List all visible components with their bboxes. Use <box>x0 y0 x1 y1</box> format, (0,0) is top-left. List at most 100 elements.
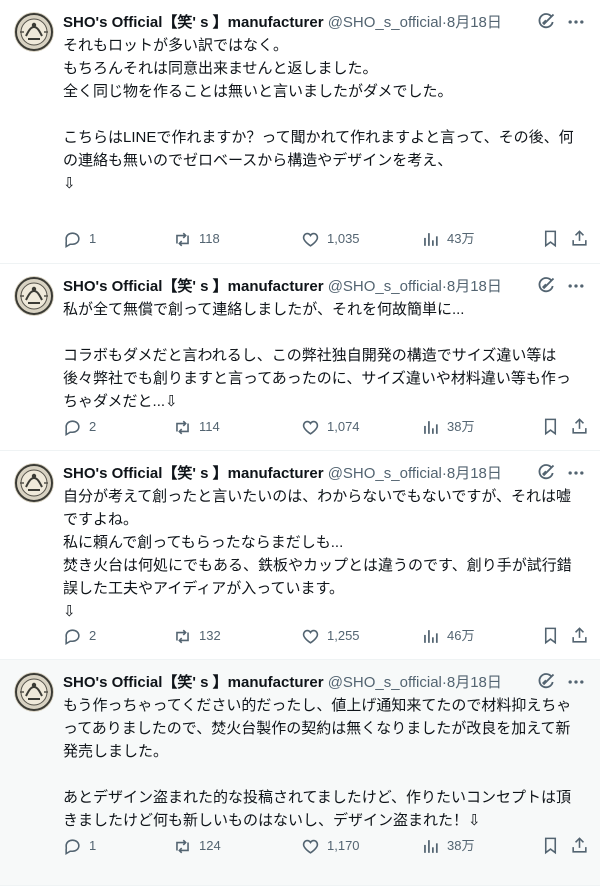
repost-count: 132 <box>199 628 221 643</box>
tweet-header: SHO's Official【笑' s 】manufacturer @SHO_s… <box>63 672 590 694</box>
tweet-text-line: あとデザイン盗まれた的な投稿されてましたけど、作りたいコンセプトは頂 <box>63 789 572 806</box>
reply-button[interactable]: 1 <box>63 229 96 249</box>
more-icon[interactable] <box>566 276 586 296</box>
share-icon[interactable] <box>570 626 589 645</box>
tweet-text-line: コラボもダメだと言われるし、この弊社独自開発の構造でサイズ違い等は <box>63 347 557 364</box>
tweet-text-line: 誤した工夫やアイディアが入っています。 <box>63 580 344 597</box>
author-handle[interactable]: @SHO_s_official <box>328 674 442 691</box>
tweet-text-line <box>63 321 588 344</box>
grok-icon[interactable] <box>536 463 556 483</box>
views-count: 38万 <box>447 419 475 434</box>
more-icon[interactable] <box>566 12 586 32</box>
views-icon <box>421 418 447 437</box>
reply-count: 1 <box>89 838 97 853</box>
more-icon[interactable] <box>566 672 586 692</box>
like-icon <box>301 230 327 249</box>
tweet-text-line: 私に頼んで創ってもらったならまだしも... <box>63 534 344 551</box>
grok-icon[interactable] <box>536 276 556 296</box>
bookmark-icon[interactable] <box>541 626 560 645</box>
views-count: 38万 <box>447 838 475 853</box>
avatar-icon[interactable] <box>14 463 54 503</box>
repost-count: 118 <box>199 231 220 246</box>
tweet[interactable]: SHO's Official【笑' s 】manufacturer @SHO_s… <box>0 0 600 264</box>
tweet[interactable]: SHO's Official【笑' s 】manufacturer @SHO_s… <box>0 660 600 886</box>
share-icon[interactable] <box>570 229 589 248</box>
reply-count: 2 <box>89 628 97 643</box>
share-icon[interactable] <box>570 417 589 436</box>
repost-button[interactable]: 132 <box>173 626 221 646</box>
tweet-date[interactable]: 8月18日 <box>447 278 502 295</box>
like-button[interactable]: 1,170 <box>301 836 360 856</box>
reply-button[interactable]: 1 <box>63 836 96 856</box>
reply-button[interactable]: 2 <box>63 626 96 646</box>
avatar-icon[interactable] <box>14 276 54 316</box>
repost-button[interactable]: 114 <box>173 417 220 437</box>
tweet-text-line: 私が全て無償で創って連絡しましたが、それを何故簡単に... <box>63 301 465 318</box>
tweet-date[interactable]: 8月18日 <box>447 14 502 31</box>
tweet-date[interactable]: 8月18日 <box>447 674 502 691</box>
views-count: 43万 <box>447 231 475 246</box>
grok-icon[interactable] <box>536 672 556 692</box>
reply-count: 2 <box>89 419 97 434</box>
author-name[interactable]: SHO's Official【笑' s 】manufacturer <box>63 14 324 31</box>
tweet-text-line: ですよね。 <box>63 511 139 528</box>
tweet-text-line: きましたけど何も新しいものはないし、デザイン盗まれた！⇩ <box>63 812 481 829</box>
views-icon <box>421 837 447 856</box>
views-button[interactable]: 38万 <box>421 417 474 437</box>
tweet-header: SHO's Official【笑' s 】manufacturer @SHO_s… <box>63 276 590 298</box>
author-handle[interactable]: @SHO_s_official <box>328 14 442 31</box>
bookmark-icon[interactable] <box>541 229 560 248</box>
author-name[interactable]: SHO's Official【笑' s 】manufacturer <box>63 278 324 295</box>
tweet-text-line: こちらはLINEで作れますか？って聞かれて作れますよと言って、その後、何 <box>63 129 574 146</box>
tweet[interactable]: SHO's Official【笑' s 】manufacturer @SHO_s… <box>0 264 600 451</box>
tweet-text-line: それもロットが多い訳ではなく。 <box>63 37 289 54</box>
grok-icon[interactable] <box>536 12 556 32</box>
reply-button[interactable]: 2 <box>63 417 96 437</box>
like-button[interactable]: 1,255 <box>301 626 360 646</box>
tweet-actions: 1 124 1,170 38万 <box>63 836 592 856</box>
reply-icon <box>63 230 89 249</box>
avatar-icon[interactable] <box>14 672 54 712</box>
repost-icon <box>173 418 199 437</box>
repost-button[interactable]: 124 <box>173 836 221 856</box>
tweet-text-line: ちゃダメだと...⇩ <box>63 393 178 410</box>
repost-icon <box>173 837 199 856</box>
views-button[interactable]: 38万 <box>421 836 474 856</box>
tweet-text: 私が全て無償で創って連絡しましたが、それを何故簡単に... コラボもダメだと言われ… <box>63 298 588 413</box>
tweet-text-line: もう作っちゃってください的だったし、値上げ通知来てたので材料抑えちゃ <box>63 697 572 714</box>
bookmark-icon[interactable] <box>541 836 560 855</box>
repost-count: 124 <box>199 838 221 853</box>
tweet-header: SHO's Official【笑' s 】manufacturer @SHO_s… <box>63 12 590 34</box>
tweet-date[interactable]: 8月18日 <box>447 465 502 482</box>
tweet-text-line <box>63 103 588 126</box>
repost-count: 114 <box>199 419 220 434</box>
tweet[interactable]: SHO's Official【笑' s 】manufacturer @SHO_s… <box>0 451 600 660</box>
reply-icon <box>63 627 89 646</box>
more-icon[interactable] <box>566 463 586 483</box>
like-count: 1,074 <box>327 419 360 434</box>
tweet-header: SHO's Official【笑' s 】manufacturer @SHO_s… <box>63 463 590 485</box>
avatar-icon[interactable] <box>14 12 54 52</box>
tweet-text-line: ってありましたので、焚火台製作の契約は無くなりましたが改良を加えて新 <box>63 720 571 737</box>
author-name[interactable]: SHO's Official【笑' s 】manufacturer <box>63 465 324 482</box>
repost-icon <box>173 230 199 249</box>
views-button[interactable]: 43万 <box>421 229 474 249</box>
tweet-actions: 2 132 1,255 46万 <box>63 626 592 646</box>
like-button[interactable]: 1,074 <box>301 417 360 437</box>
views-icon <box>421 230 447 249</box>
tweet-actions: 2 114 1,074 38万 <box>63 417 592 437</box>
reply-count: 1 <box>89 231 97 246</box>
like-button[interactable]: 1,035 <box>301 229 360 249</box>
tweet-text-line: の連絡も無いのでゼロベースから構造やデザインを考え、 <box>63 152 453 169</box>
tweet-text-line: ⇩ <box>63 175 76 192</box>
author-name[interactable]: SHO's Official【笑' s 】manufacturer <box>63 674 324 691</box>
bookmark-icon[interactable] <box>541 417 560 436</box>
repost-button[interactable]: 118 <box>173 229 220 249</box>
share-icon[interactable] <box>570 836 589 855</box>
tweet-text-line: 発売しました。 <box>63 743 169 760</box>
author-handle[interactable]: @SHO_s_official <box>328 278 442 295</box>
tweet-text-line: 自分が考えて創ったと言いたいのは、わからないでもないですが、それは嘘 <box>63 488 572 505</box>
repost-icon <box>173 627 199 646</box>
views-button[interactable]: 46万 <box>421 626 474 646</box>
author-handle[interactable]: @SHO_s_official <box>328 465 442 482</box>
